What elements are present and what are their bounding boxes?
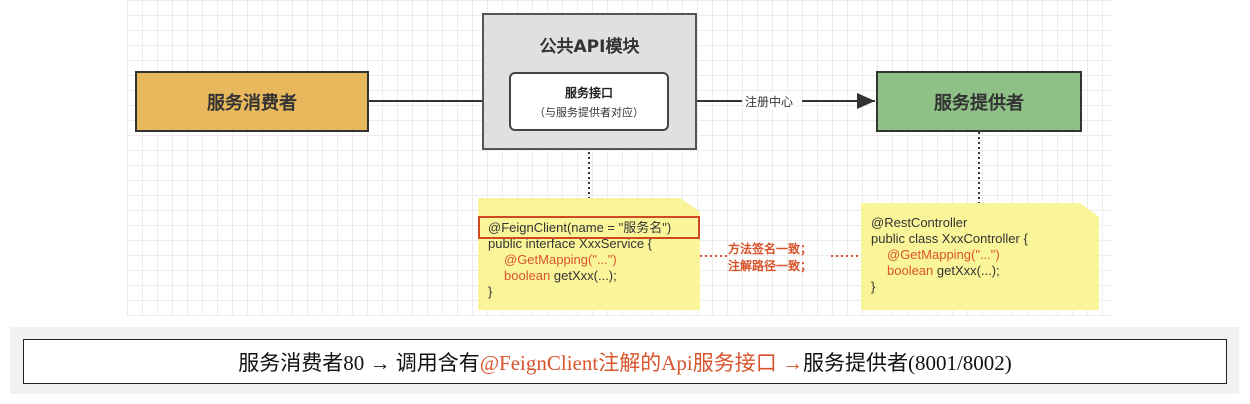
service-provider-node: 服务提供者 xyxy=(876,71,1082,132)
feignclient-highlight-box xyxy=(478,216,700,239)
service-consumer-node: 服务消费者 xyxy=(135,71,369,132)
note1-method: getXxx(...); xyxy=(550,268,617,283)
note2-method: getXxx(...); xyxy=(933,263,1000,278)
note1-keyword: boolean xyxy=(504,268,551,283)
service-interface-node: 服务接口 （与服务提供者对应） xyxy=(509,72,669,131)
registry-edge-label: 注册中心 xyxy=(744,93,795,110)
note2-line2: public class XxxController { xyxy=(871,231,1028,246)
note2-keyword: boolean xyxy=(887,263,934,278)
caption-part1: 服务消费者80 → 调用含有 xyxy=(238,350,480,375)
note1-line5: } xyxy=(488,284,493,299)
provider-code-note: @RestController public class XxxControll… xyxy=(861,203,1099,310)
note2-line4: boolean getXxx(...); xyxy=(871,263,1093,279)
note2-line1: @RestController xyxy=(871,215,968,230)
caption-highlight: @FeignClient注解的Api服务接口 → xyxy=(479,350,803,375)
note1-line4: boolean getXxx(...); xyxy=(488,268,694,284)
module-title: 公共API模块 xyxy=(539,37,640,57)
consistency-label: 方法签名一致； 注解路径一致； xyxy=(728,241,828,275)
note2-line5: } xyxy=(871,279,876,294)
note1-line3: @GetMapping("...") xyxy=(504,252,617,267)
caption-box: 服务消费者80 → 调用含有 @FeignClient注解的Api服务接口 → 服… xyxy=(23,339,1227,384)
annotation-path-label: 注解路径一致； xyxy=(728,259,813,273)
interface-subtitle: （与服务提供者对应） xyxy=(534,105,644,119)
interface-title: 服务接口 xyxy=(564,85,613,100)
method-signature-label: 方法签名一致； xyxy=(728,242,813,256)
consumer-code-note: @FeignClient(name = "服务名") public interf… xyxy=(478,198,700,310)
note2-line3: @GetMapping("...") xyxy=(887,247,1000,262)
caption-part3: 服务提供者(8001/8002) xyxy=(802,350,1012,375)
